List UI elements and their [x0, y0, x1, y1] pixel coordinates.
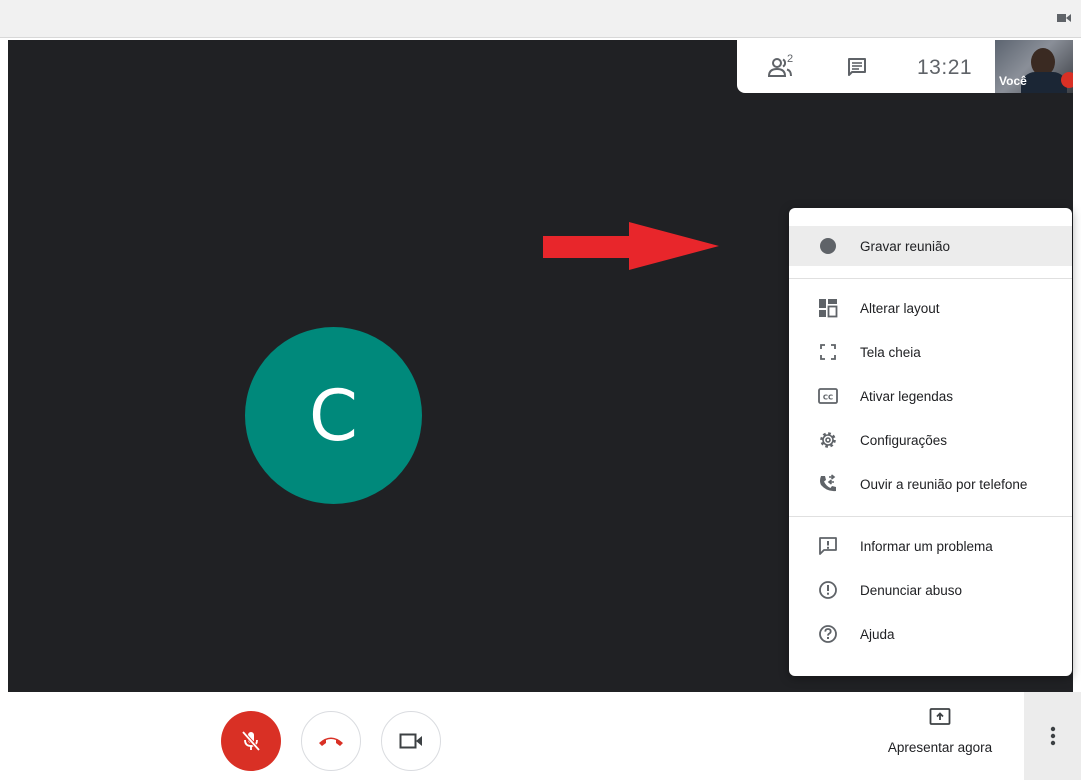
- more-vert-icon: [1050, 726, 1055, 746]
- camera-toggle-button[interactable]: [381, 711, 441, 771]
- annotation-arrow-icon: [543, 222, 719, 270]
- self-muted-indicator-icon: [1061, 72, 1073, 88]
- self-video-body: [1021, 72, 1067, 93]
- phone-forward-icon: [817, 473, 839, 495]
- alert-circle-icon: [817, 579, 839, 601]
- chat-icon: [848, 58, 866, 76]
- present-screen-icon: [929, 708, 951, 725]
- menu-item-label: Gravar reunião: [860, 238, 951, 254]
- menu-item-change-layout[interactable]: Alterar layout: [789, 288, 1072, 328]
- participants-count: 2: [787, 53, 794, 65]
- browser-toolbar: [0, 0, 1081, 38]
- layout-icon: [817, 297, 839, 319]
- gear-icon: [817, 429, 839, 451]
- svg-text:CC: CC: [823, 394, 833, 402]
- captions-icon: CC: [817, 385, 839, 407]
- menu-item-captions[interactable]: CC Ativar legendas: [789, 376, 1072, 416]
- menu-item-help[interactable]: Ajuda: [789, 614, 1072, 654]
- microphone-toggle-button[interactable]: [221, 711, 281, 771]
- menu-item-settings[interactable]: Configurações: [789, 420, 1072, 460]
- menu-item-fullscreen[interactable]: Tela cheia: [789, 332, 1072, 372]
- menu-item-report-abuse[interactable]: Denunciar abuso: [789, 570, 1072, 610]
- menu-item-record[interactable]: Gravar reunião: [789, 226, 1072, 266]
- mic-off-icon: [241, 730, 261, 752]
- participants-button[interactable]: [761, 52, 801, 82]
- more-options-button[interactable]: [1024, 692, 1081, 780]
- menu-item-label: Alterar layout: [860, 300, 940, 316]
- menu-divider: [789, 516, 1072, 517]
- menu-item-label: Ativar legendas: [860, 388, 954, 404]
- menu-item-label: Ajuda: [860, 626, 895, 642]
- menu-item-report-problem[interactable]: Informar um problema: [789, 526, 1072, 566]
- menu-item-label: Informar um problema: [860, 538, 993, 554]
- participant-avatar: C: [245, 327, 422, 504]
- menu-divider: [789, 278, 1072, 279]
- help-icon: [817, 623, 839, 645]
- end-call-button[interactable]: [301, 711, 361, 771]
- menu-item-label: Ouvir a reunião por telefone: [860, 476, 1028, 492]
- meeting-clock: 13:21: [917, 56, 973, 79]
- chat-button[interactable]: [843, 52, 871, 82]
- participant-initial: C: [309, 374, 358, 457]
- menu-item-label: Tela cheia: [860, 344, 921, 360]
- present-now-button[interactable]: Apresentar agora: [870, 706, 1010, 768]
- fullscreen-icon: [817, 341, 839, 363]
- feedback-icon: [817, 535, 839, 557]
- video-camera-icon: [399, 733, 422, 749]
- menu-item-label: Denunciar abuso: [860, 582, 963, 598]
- record-dot-icon: [817, 235, 839, 257]
- meeting-info-bar: 2 13:21 Você: [737, 40, 1073, 93]
- meet-window: 2 13:21 Você C Gravar reunião Alterar la…: [0, 0, 1081, 780]
- present-now-label: Apresentar agora: [887, 740, 993, 755]
- self-video-preview[interactable]: Você: [995, 40, 1073, 93]
- camera-in-use-icon[interactable]: [1057, 13, 1071, 23]
- menu-item-phone-audio[interactable]: Ouvir a reunião por telefone: [789, 464, 1072, 504]
- more-options-menu: Gravar reunião Alterar layout Tela cheia…: [789, 208, 1072, 676]
- menu-item-label: Configurações: [860, 432, 948, 448]
- call-controls-bar: Apresentar agora: [0, 692, 1081, 780]
- self-name-label: Você: [999, 74, 1027, 88]
- hang-up-icon: [319, 737, 343, 746]
